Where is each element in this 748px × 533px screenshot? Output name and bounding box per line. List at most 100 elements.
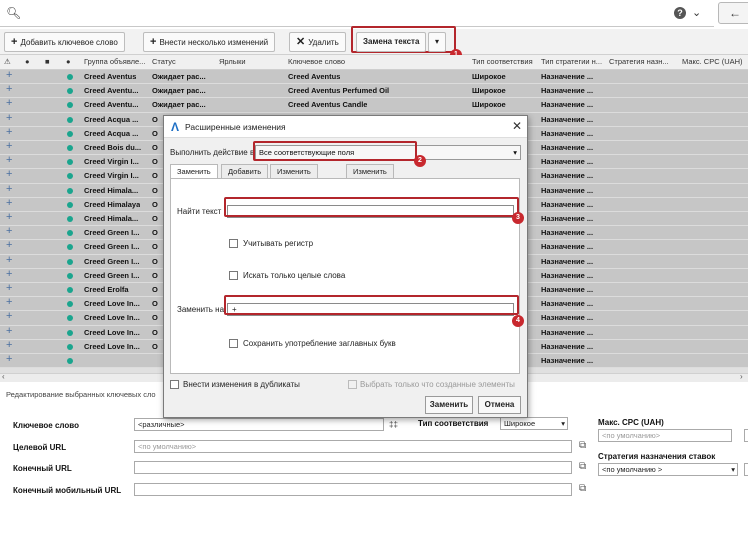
cell-status: О xyxy=(152,199,158,209)
chevron-down-icon: ▾ xyxy=(513,148,517,157)
replace-tab-pane: Найти текст 3 Учитывать регистр Искать т… xyxy=(170,178,524,374)
expand-plus-icon[interactable]: + xyxy=(6,154,12,166)
cell-group: Creed Acqua ... xyxy=(84,128,139,138)
delete-label: Удалить xyxy=(308,38,339,47)
expand-plus-icon[interactable]: + xyxy=(6,83,12,95)
table-row[interactable]: + Creed Aventu... Ожидает рас... Creed Aven… xyxy=(0,97,748,113)
replace-button[interactable]: Заменить xyxy=(425,396,473,414)
bulk-changes-button[interactable]: + Внести несколько изменений xyxy=(143,32,276,52)
tab-replace[interactable]: Заменить xyxy=(170,164,218,179)
perform-in-label: Выполнить действие в: xyxy=(170,148,257,157)
cell-strategy-type: Назначение ... xyxy=(541,285,594,294)
final-url-field[interactable] xyxy=(134,461,572,474)
final-mobile-url-field[interactable] xyxy=(134,483,572,496)
delete-button[interactable]: ✕ Удалить xyxy=(289,32,346,52)
expand-plus-icon[interactable]: + xyxy=(6,112,12,124)
replace-text-dropdown[interactable]: ▾ xyxy=(428,32,446,52)
tab-change-bids[interactable]: Изменить ставки xyxy=(270,164,318,189)
close-icon[interactable]: ✕ xyxy=(512,119,522,133)
help-icon[interactable]: ? xyxy=(674,7,686,19)
expand-plus-icon[interactable]: + xyxy=(6,296,12,308)
table-row[interactable]: + Creed Aventus Ожидает рас... Creed Aventu… xyxy=(0,69,748,85)
keep-caps-checkbox[interactable] xyxy=(229,339,238,348)
cell-strategy-type: Назначение ... xyxy=(541,100,594,110)
search-icon: 🔍︎ xyxy=(6,6,22,20)
cell-status: О xyxy=(152,341,158,351)
col-header-keyword[interactable]: Ключевое слово xyxy=(288,57,345,66)
right-field-2[interactable]: < xyxy=(744,463,748,476)
search-bar[interactable]: 🔍︎ ? ⌄ xyxy=(0,0,714,27)
expand-plus-icon[interactable]: + xyxy=(6,69,12,81)
match-type-select[interactable]: Широкое ▾ xyxy=(500,417,568,430)
chevron-down-icon[interactable]: ⌄ xyxy=(692,6,701,19)
col-header-max-cpc[interactable]: Макс. CPC (UAH) xyxy=(682,57,743,66)
status-dot-icon xyxy=(67,145,73,151)
expand-plus-icon[interactable]: + xyxy=(6,254,12,266)
keyword-field[interactable]: <различные> xyxy=(134,418,384,431)
expand-plus-icon[interactable]: + xyxy=(6,282,12,294)
status-dot-icon xyxy=(67,216,73,222)
col-header-group[interactable]: Группа объявле... xyxy=(84,57,145,66)
cancel-button[interactable]: Отмена xyxy=(478,396,521,414)
external-link-icon[interactable]: ⧉ xyxy=(579,483,586,494)
cell-status: О xyxy=(152,327,158,337)
cell-strategy-type: Назначение ... xyxy=(541,228,594,238)
scroll-left-icon[interactable]: ‹ xyxy=(2,372,5,381)
add-keyword-button[interactable]: + Добавить ключевое слово xyxy=(4,32,125,52)
match-case-checkbox[interactable] xyxy=(229,239,238,248)
external-link-icon[interactable]: ⧉ xyxy=(579,440,586,451)
expand-plus-icon[interactable]: + xyxy=(6,339,12,351)
expand-plus-icon[interactable]: + xyxy=(6,239,12,251)
col-header-match-type[interactable]: Тип соответствия xyxy=(472,57,533,66)
col-header-status[interactable]: Статус xyxy=(152,57,176,66)
target-url-field[interactable]: <по умолчанию> xyxy=(134,440,572,453)
add-keyword-label: Добавить ключевое слово xyxy=(20,38,118,47)
expand-plus-icon[interactable]: + xyxy=(6,97,12,109)
expand-plus-icon[interactable]: + xyxy=(6,353,12,365)
cell-strategy-type: Назначение ... xyxy=(541,199,594,209)
expand-plus-icon[interactable]: + xyxy=(6,140,12,152)
keep-caps-label: Сохранить употребление заглавных букв xyxy=(243,339,396,348)
expand-plus-icon[interactable]: + xyxy=(6,211,12,223)
cell-group: Creed Love In... xyxy=(84,299,140,309)
expand-plus-icon[interactable]: + xyxy=(6,310,12,322)
cell-group: Creed Love In... xyxy=(84,313,140,323)
cell-status: О xyxy=(152,313,158,323)
status-dot-icon xyxy=(67,315,73,322)
cell-group: Creed Virgin I... xyxy=(84,171,139,181)
scroll-right-icon[interactable]: › xyxy=(740,372,743,381)
max-cpc-field[interactable]: <по умолчанию> xyxy=(598,429,732,442)
cell-status: О xyxy=(152,299,158,309)
status-dot-icon xyxy=(67,358,73,364)
bid-strategy-select[interactable]: <по умолчанию > ▾ xyxy=(598,463,738,476)
col-header-strategy-type[interactable]: Тип стратегии н... xyxy=(541,57,602,66)
advanced-changes-dialog: Λ Расширенные изменения ✕ Выполнить дейс… xyxy=(163,115,528,418)
expand-plus-icon[interactable]: + xyxy=(6,268,12,280)
expand-plus-icon[interactable]: + xyxy=(6,168,12,180)
cell-strategy-type: Назначение ... xyxy=(541,171,594,181)
expand-plus-icon[interactable]: + xyxy=(6,325,12,337)
external-link-icon[interactable]: ⧉ xyxy=(579,461,586,472)
highlight-box-2 xyxy=(253,141,417,161)
col-header-strategy[interactable]: Стратегия назн... xyxy=(609,57,669,66)
status-dot-icon xyxy=(67,130,73,137)
expand-plus-icon[interactable]: + xyxy=(6,197,12,209)
target-url-label: Целевой URL xyxy=(13,443,67,452)
expand-plus-icon[interactable]: + xyxy=(6,225,12,237)
whole-words-checkbox[interactable] xyxy=(229,271,238,280)
dialog-titlebar: Λ Расширенные изменения ✕ xyxy=(164,116,527,138)
back-arrow-icon: ← xyxy=(729,6,741,20)
table-row[interactable]: + Creed Aventu... Ожидает рас... Creed Aven… xyxy=(0,83,748,99)
tab-add[interactable]: Добавить xyxy=(221,164,269,178)
cell-group: Creed Green I... xyxy=(84,242,140,252)
right-field-1[interactable]: <п xyxy=(744,429,748,442)
status-dot-icon xyxy=(67,102,73,109)
back-button[interactable]: ← xyxy=(718,2,748,24)
expand-plus-icon[interactable]: + xyxy=(6,183,12,195)
tab-change-url[interactable]: Изменить URL xyxy=(346,164,394,189)
replace-text-button[interactable]: Замена текста xyxy=(356,32,426,52)
cell-status: О xyxy=(152,114,158,124)
duplicates-checkbox[interactable] xyxy=(170,380,179,389)
col-header-labels[interactable]: Ярлыки xyxy=(219,57,246,66)
expand-plus-icon[interactable]: + xyxy=(6,126,12,138)
